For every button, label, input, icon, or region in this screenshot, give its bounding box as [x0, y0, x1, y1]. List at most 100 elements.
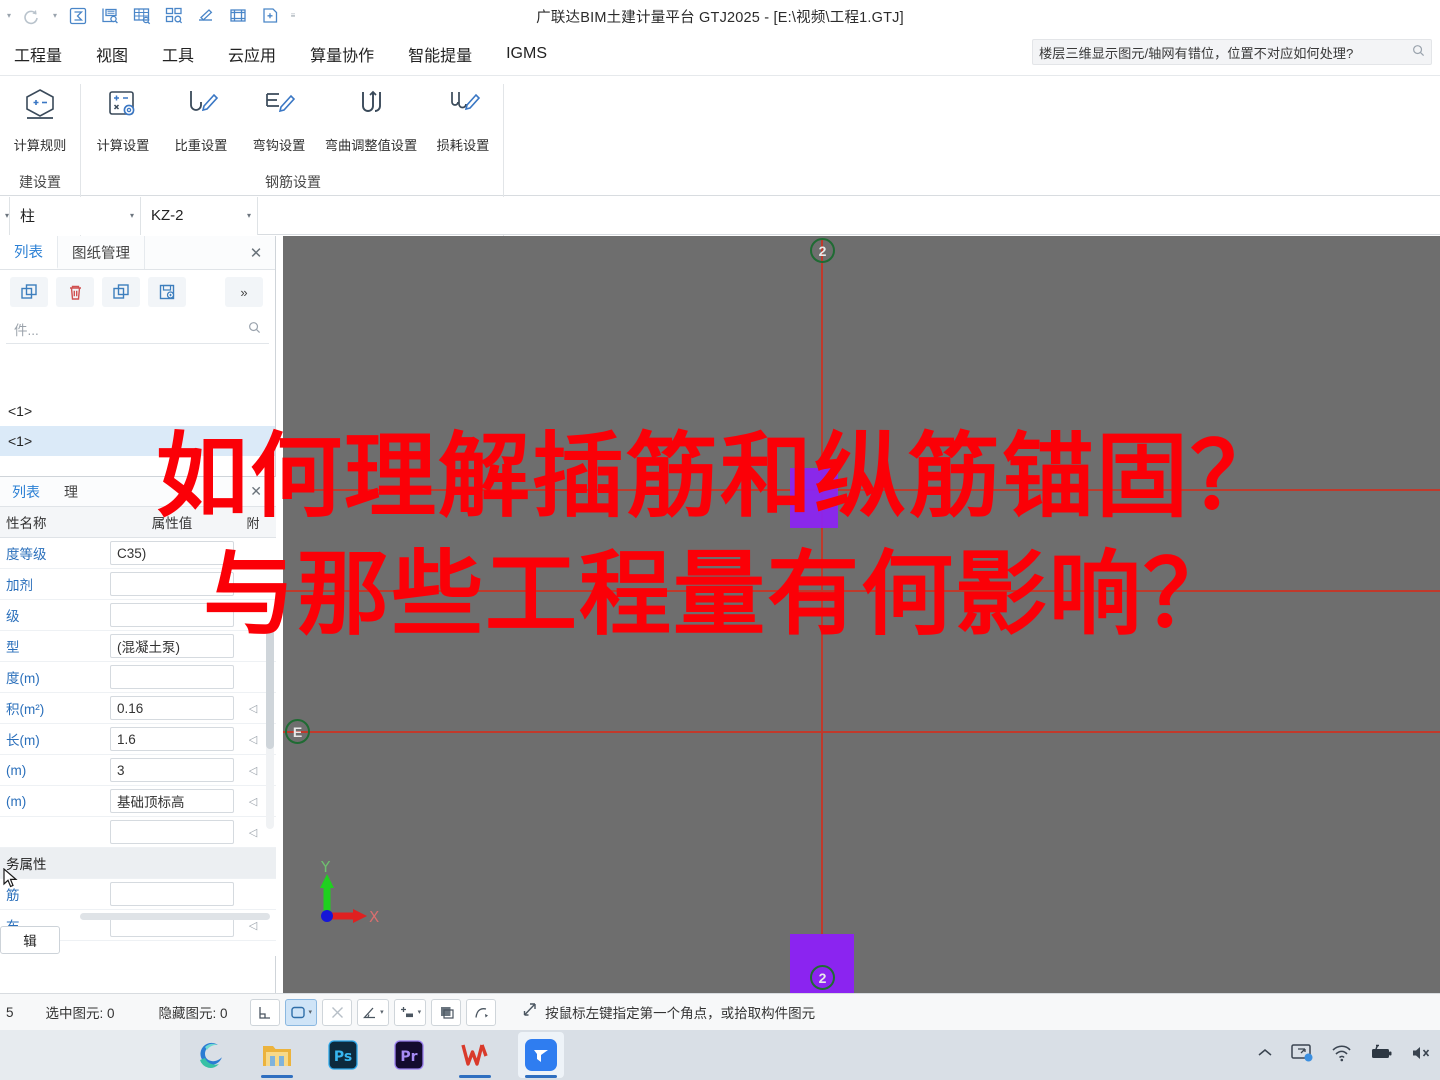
table-row[interactable]: 型 (混凝土泵) [0, 631, 276, 662]
component-category-combo[interactable]: 柱 ▾ [10, 196, 141, 235]
help-search-box[interactable]: 楼层三维显示图元/轴网有错位，位置不对应如何处理? [1032, 39, 1432, 65]
calc-rule-button[interactable]: 计算规则 [0, 76, 80, 154]
delete-icon[interactable] [56, 277, 94, 307]
dropdown-caret-icon[interactable]: ▾ [2, 3, 16, 29]
save-as-icon[interactable] [148, 277, 186, 307]
hook-settings-button[interactable]: 弯钩设置 [240, 76, 318, 154]
property-value[interactable]: 0.16 [110, 696, 234, 720]
angle-snap-icon[interactable]: ▾ [357, 998, 389, 1026]
tab-properties-list[interactable]: 列表 [0, 482, 52, 502]
sum-icon[interactable] [62, 3, 94, 29]
chevron-down-icon[interactable]: ▾ [418, 1008, 422, 1016]
table-row[interactable]: 筋 [0, 879, 276, 910]
table-query-icon[interactable] [126, 3, 158, 29]
table-row[interactable]: 长(m) 1.6 ◁ [0, 724, 276, 755]
properties-vertical-scrollbar[interactable] [266, 629, 274, 829]
tree-node-selected[interactable]: <1> [0, 426, 275, 456]
measure-icon[interactable] [190, 3, 222, 29]
component-category-value: 柱 [20, 208, 36, 225]
svg-text:Pr: Pr [400, 1049, 417, 1065]
help-search-input[interactable]: 楼层三维显示图元/轴网有错位，位置不对应如何处理? [1039, 43, 1408, 62]
property-name: 型 [6, 640, 20, 655]
property-value[interactable] [110, 882, 234, 906]
property-value[interactable]: 1.6 [110, 727, 234, 751]
tab-properties-manage[interactable]: 理 [52, 482, 90, 502]
photoshop-icon[interactable]: Ps [320, 1032, 366, 1078]
chevron-down-icon[interactable]: ▾ [309, 1008, 313, 1016]
film-icon[interactable] [222, 3, 254, 29]
property-value[interactable] [110, 820, 234, 844]
tab-drawing-management[interactable]: 图纸管理 [58, 236, 145, 269]
rect-select-icon[interactable]: ▾ [284, 998, 318, 1026]
close-icon[interactable]: ✕ [250, 483, 262, 500]
property-value[interactable] [110, 572, 234, 596]
table-row[interactable]: 度(m) [0, 662, 276, 693]
expand-more-icon[interactable]: » [225, 277, 263, 307]
bend-adjust-button[interactable]: 弯曲调整值设置 [318, 76, 424, 154]
edge-icon[interactable] [188, 1032, 234, 1078]
tree-node[interactable]: <1> [0, 396, 275, 426]
loss-settings-button[interactable]: 损耗设置 [424, 76, 502, 154]
wifi-icon[interactable] [1330, 1044, 1352, 1067]
element-query-icon[interactable] [158, 3, 190, 29]
snap-tool-group: ▾ ▾ ▾ [249, 998, 497, 1026]
menu-item-view[interactable]: 视图 [79, 32, 145, 76]
table-row[interactable]: (m) 基础顶标高 ◁ [0, 786, 276, 817]
copy-icon[interactable] [10, 277, 48, 307]
component-search-box[interactable]: 件... [6, 314, 269, 344]
component-search-input[interactable]: 件... [14, 319, 248, 339]
file-explorer-icon[interactable] [254, 1032, 300, 1078]
menu-item-tools[interactable]: 工具 [145, 32, 211, 76]
more-icon[interactable]: ≡ [286, 3, 300, 29]
menu-item-cloud[interactable]: 云应用 [211, 32, 293, 76]
property-value[interactable]: 3 [110, 758, 234, 782]
property-attach: ◁ [248, 764, 258, 777]
arc-snap-icon[interactable] [466, 998, 497, 1026]
property-value[interactable] [110, 603, 234, 627]
edit-button[interactable]: 辑 [0, 926, 60, 954]
calc-settings-button[interactable]: 计算设置 [84, 76, 162, 154]
table-row[interactable]: 加剂 [0, 569, 276, 600]
speaker-muted-icon[interactable] [1410, 1044, 1434, 1067]
property-value[interactable]: (混凝土泵) [110, 634, 234, 658]
duplicate-icon[interactable] [102, 277, 140, 307]
redo-icon[interactable] [16, 3, 48, 29]
property-value[interactable]: C35) [110, 541, 234, 565]
intersection-snap-icon[interactable] [322, 998, 353, 1026]
wps-office-icon[interactable] [452, 1032, 498, 1078]
display-cast-icon[interactable] [1290, 1043, 1314, 1068]
menu-item-quantity[interactable]: 工程量 [0, 32, 79, 76]
report-query-icon[interactable] [94, 3, 126, 29]
redo-caret-icon[interactable]: ▾ [48, 3, 62, 29]
category-caret-icon[interactable]: ▾ [0, 196, 10, 235]
component-tree: <1> <1> [0, 344, 275, 456]
chevron-down-icon[interactable]: ▾ [380, 1008, 384, 1016]
menu-item-collab[interactable]: 算量协作 [293, 32, 391, 76]
menu-item-smart[interactable]: 智能提量 [391, 32, 489, 76]
properties-horizontal-scrollbar[interactable] [80, 913, 270, 920]
element-snap-icon[interactable] [431, 998, 462, 1026]
property-value[interactable]: 基础顶标高 [110, 789, 234, 813]
column-element[interactable] [790, 468, 838, 528]
battery-icon[interactable] [1368, 1044, 1394, 1067]
gtj-icon[interactable] [518, 1032, 564, 1078]
chevron-up-icon[interactable] [1256, 1046, 1274, 1065]
point-snap-icon[interactable]: ▾ [393, 998, 427, 1026]
table-row[interactable]: ◁ [0, 817, 276, 848]
premiere-icon[interactable]: Pr [386, 1032, 432, 1078]
close-icon[interactable]: ✕ [247, 244, 265, 262]
loss-settings-label: 损耗设置 [436, 138, 490, 153]
table-row[interactable]: 级 [0, 600, 276, 631]
menu-item-igms[interactable]: IGMS [489, 32, 564, 76]
tab-component-list[interactable]: 列表 [0, 236, 58, 269]
property-value[interactable] [110, 665, 234, 689]
table-row[interactable]: 度等级 C35) [0, 538, 276, 569]
add-page-icon[interactable] [254, 3, 286, 29]
drawing-canvas[interactable]: 2 E 2 Y X [283, 236, 1440, 993]
weight-settings-button[interactable]: 比重设置 [162, 76, 240, 154]
ortho-snap-icon[interactable] [249, 998, 280, 1026]
table-row[interactable]: (m) 3 ◁ [0, 755, 276, 786]
table-row[interactable]: 积(m²) 0.16 ◁ [0, 693, 276, 724]
taskbar-app-list: Ps Pr [188, 1030, 564, 1080]
component-name-combo[interactable]: KZ-2 ▾ [141, 196, 258, 235]
